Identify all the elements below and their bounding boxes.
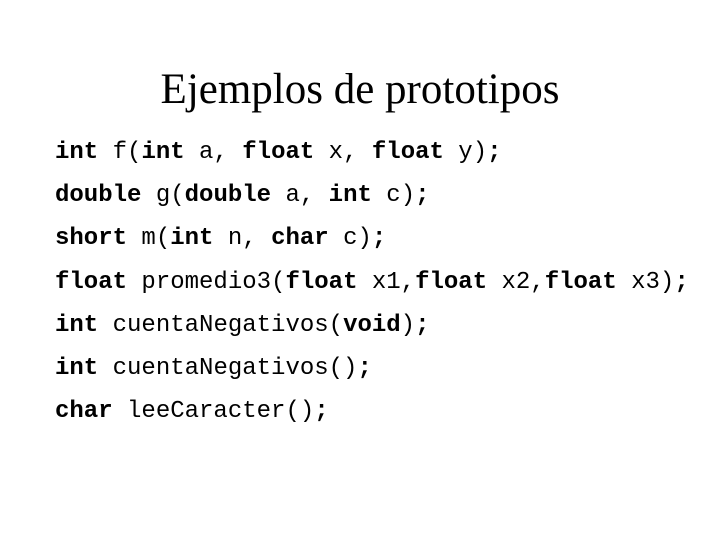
code-keyword: short [55,225,128,253]
code-keyword: int [55,354,99,382]
code-keyword: double [55,182,142,210]
code-text: ) [400,311,416,339]
code-keyword: float [285,268,358,296]
code-keyword: float [55,268,128,296]
code-keyword: float [242,139,315,166]
code-keyword: int [170,225,214,253]
code-text: n, [213,225,272,253]
code-text: y) [443,139,488,166]
code-keyword: ; [487,139,502,166]
code-text: cuentaNegativos() [98,354,358,382]
code-keyword: ; [674,268,689,296]
code-text: cuentaNegativos( [98,311,344,339]
code-block: int f(int a, float x, float y); double g(… [55,139,689,441]
code-keyword: char [55,398,113,426]
code-text: c) [371,182,416,210]
code-keyword: ; [415,311,430,339]
code-line: short m(int n, char c); [55,225,689,268]
code-keyword: ; [415,182,430,210]
code-keyword: int [55,139,99,166]
code-keyword: char [271,225,329,253]
code-keyword: int [328,182,372,210]
code-keyword: double [184,182,272,210]
code-text: g( [141,182,185,210]
code-line: char leeCaracter(); [55,398,689,441]
code-text: x3) [616,268,675,296]
code-keyword: ; [357,354,372,382]
code-text: leeCaracter() [112,398,315,426]
code-line: int cuentaNegativos(); [55,355,689,398]
code-keyword: int [55,311,99,339]
code-text: promedio3( [127,268,286,296]
code-text: c) [328,225,372,253]
code-text: m( [127,225,171,253]
code-line: double g(double a, int c); [55,182,689,225]
code-text: f( [98,139,142,166]
code-line: float promedio3(float x1,float x2,float … [55,269,689,312]
code-text: a, [271,182,329,210]
code-keyword: ; [371,225,387,253]
code-keyword: float [415,268,488,296]
code-keyword: ; [314,398,329,426]
code-keyword: float [371,139,444,166]
code-keyword: float [544,268,617,296]
code-keyword: void [343,311,401,339]
code-line: int f(int a, float x, float y); [55,139,689,182]
code-text: a, [184,139,243,166]
code-text: x, [314,139,372,166]
code-text: x1, [357,268,416,296]
code-text: x2, [487,268,545,296]
slide-title: Ejemplos de prototipos [160,66,560,113]
code-keyword: int [141,139,185,166]
code-line: int cuentaNegativos(void); [55,312,689,355]
